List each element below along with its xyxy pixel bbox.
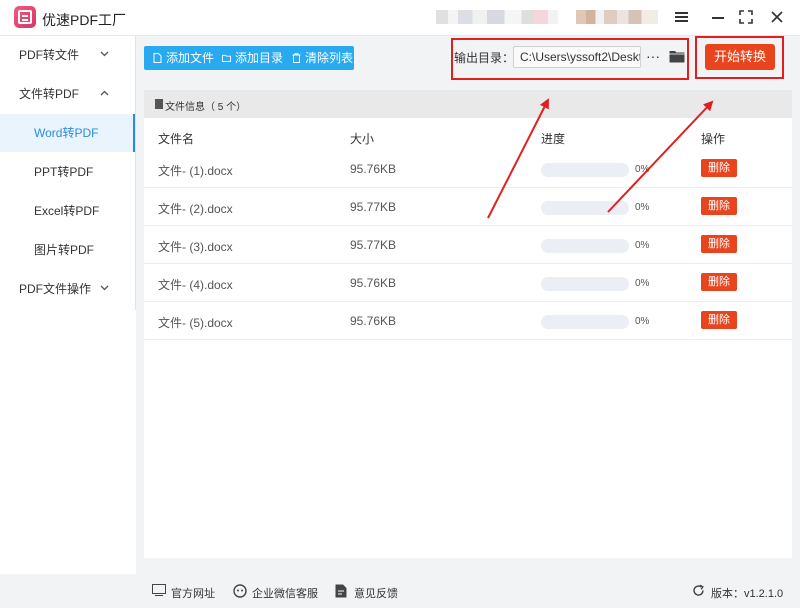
table-row: 文件- (5).docx 95.76KB 0% 删除	[144, 302, 792, 340]
file-icon	[153, 53, 162, 63]
file-count-title: 文件信息（ 5 个）	[165, 102, 247, 113]
sidebar-item-excel-to-pdf[interactable]: Excel转PDF	[0, 192, 135, 230]
progress-percent: 0%	[635, 240, 650, 251]
title-bar: 优速PDF工厂	[0, 0, 800, 36]
sidebar-item-word-to-pdf[interactable]: Word转PDF	[0, 114, 135, 152]
file-list-panel: 文件信息（ 5 个） 文件名 大小 进度 操作 文件- (1).docx 95.…	[144, 90, 792, 558]
app-title: 优速PDF工厂	[42, 12, 126, 28]
sidebar-item-label: PPT转PDF	[34, 165, 94, 179]
file-name: 文件- (2).docx	[158, 202, 233, 216]
progress-bar	[541, 201, 629, 215]
progress-bar	[541, 315, 629, 329]
sidebar-item-label: PDF文件操作	[19, 282, 92, 296]
delete-button[interactable]: 删除	[701, 159, 737, 177]
progress-percent: 0%	[635, 316, 650, 327]
delete-button[interactable]: 删除	[701, 311, 737, 329]
progress-percent: 0%	[635, 278, 650, 289]
delete-button[interactable]: 删除	[701, 273, 737, 291]
file-size: 95.77KB	[350, 200, 397, 214]
output-directory-field[interactable]: C:\Users\yssoft2\Desktop	[513, 46, 641, 68]
website-icon	[152, 584, 166, 596]
sidebar-item-file-to-pdf[interactable]: 文件转PDF	[0, 75, 135, 113]
table-row: 文件- (2).docx 95.77KB 0% 删除	[144, 188, 792, 226]
trash-icon	[292, 53, 301, 63]
app-logo-icon	[14, 6, 36, 28]
start-conversion-button[interactable]: 开始转换	[705, 44, 775, 70]
sidebar-item-image-to-pdf[interactable]: 图片转PDF	[0, 231, 135, 269]
version-label: 版本：v1.2.1.0	[711, 588, 784, 600]
delete-button[interactable]: 删除	[701, 197, 737, 215]
chevron-up-icon	[100, 90, 109, 96]
document-icon	[155, 99, 163, 109]
maximize-icon[interactable]	[734, 6, 758, 28]
progress-percent: 0%	[635, 164, 650, 175]
file-size: 95.77KB	[350, 238, 397, 252]
file-info-header: 文件信息（ 5 个）	[144, 90, 792, 118]
output-directory-label: 输出目录：	[454, 51, 515, 65]
file-size: 95.76KB	[350, 162, 397, 176]
file-size: 95.76KB	[350, 276, 397, 290]
file-size: 95.76KB	[350, 314, 397, 328]
progress-bar	[541, 239, 629, 253]
close-icon[interactable]	[765, 6, 789, 28]
sidebar-item-pdf-operations[interactable]: PDF文件操作	[0, 270, 135, 308]
column-header-size: 大小	[350, 132, 375, 146]
file-name: 文件- (4).docx	[158, 278, 233, 292]
minimize-icon[interactable]	[706, 6, 730, 28]
sidebar-item-label: Excel转PDF	[34, 204, 100, 218]
table-row: 文件- (3).docx 95.77KB 0% 删除	[144, 226, 792, 264]
chevron-down-icon	[100, 285, 109, 291]
column-header-name: 文件名	[158, 132, 195, 146]
table-row: 文件- (4).docx 95.76KB 0% 删除	[144, 264, 792, 302]
feedback-icon	[335, 584, 347, 598]
sidebar: PDF转文件 文件转PDF Word转PDF PPT转PDF Excel转PDF…	[0, 36, 136, 310]
file-name: 文件- (3).docx	[158, 240, 233, 254]
sidebar-item-label: PDF转文件	[19, 48, 80, 62]
progress-bar	[541, 277, 629, 291]
wechat-icon	[233, 584, 247, 598]
footer-bar: 官方网址 企业微信客服 意见反馈 版本：v1.2.1.0	[0, 574, 800, 608]
chevron-down-icon	[100, 51, 109, 57]
sidebar-item-label: 图片转PDF	[34, 243, 95, 257]
more-options-button[interactable]: ···	[646, 46, 660, 68]
blurred-avatar	[576, 10, 658, 24]
delete-button[interactable]: 删除	[701, 235, 737, 253]
file-name: 文件- (5).docx	[158, 316, 233, 330]
open-folder-icon[interactable]	[669, 49, 685, 65]
menu-icon[interactable]	[670, 6, 694, 28]
progress-bar	[541, 163, 629, 177]
sidebar-item-label: 文件转PDF	[19, 87, 80, 101]
sidebar-item-pdf-to-file[interactable]: PDF转文件	[0, 36, 135, 74]
progress-percent: 0%	[635, 202, 650, 213]
file-name: 文件- (1).docx	[158, 164, 233, 178]
sidebar-item-label: Word转PDF	[34, 126, 99, 140]
column-header-action: 操作	[701, 132, 726, 146]
folder-icon	[222, 54, 231, 63]
column-header-progress: 进度	[541, 132, 566, 146]
table-row: 文件- (1).docx 95.76KB 0% 删除	[144, 150, 792, 188]
sidebar-item-ppt-to-pdf[interactable]: PPT转PDF	[0, 153, 135, 191]
blurred-account-info	[436, 10, 558, 24]
refresh-icon	[693, 584, 704, 596]
